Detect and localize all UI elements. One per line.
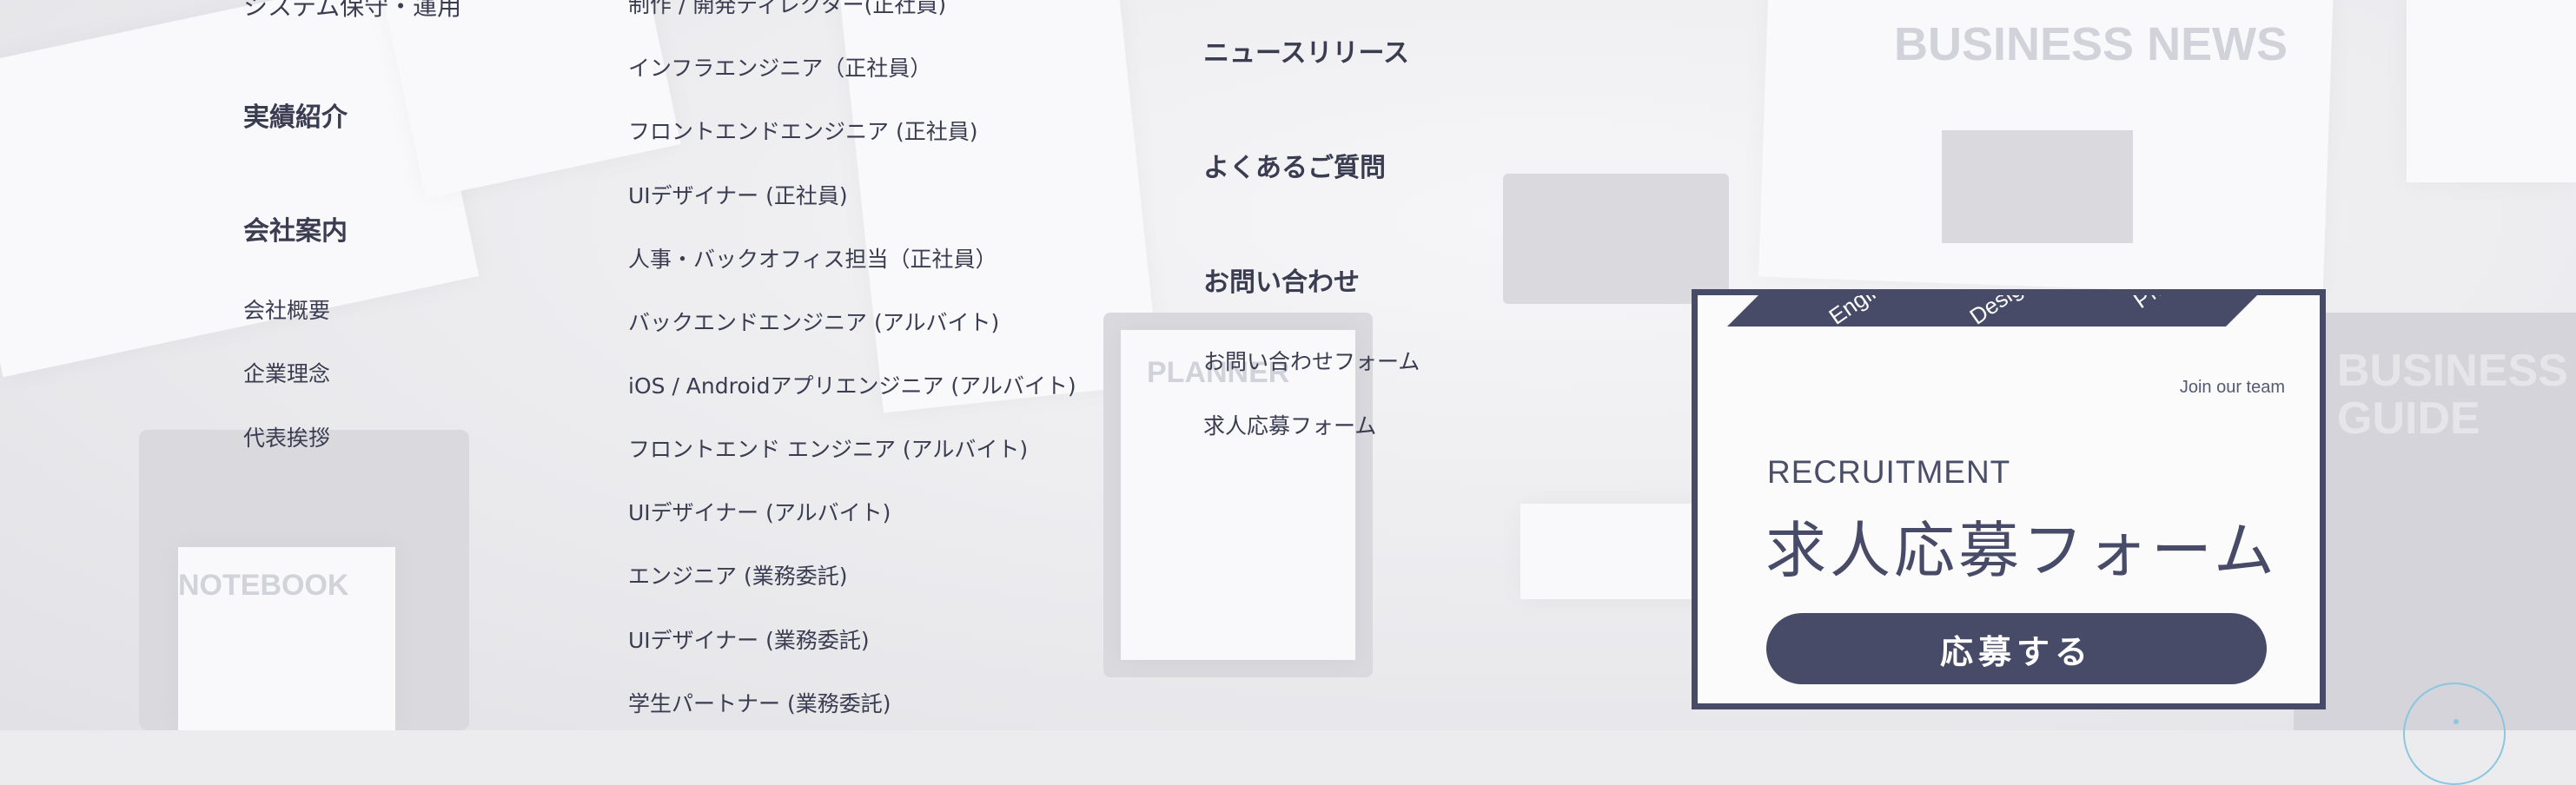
job-link[interactable]: フロントエンド エンジニア (アルバイト) — [628, 432, 1028, 464]
nav-heading-contact[interactable]: お問い合わせ — [1203, 261, 1360, 299]
nav-link-ceo-message[interactable]: 代表挨拶 — [243, 421, 330, 452]
job-link[interactable]: エンジニア (業務委託) — [628, 559, 847, 590]
job-link[interactable]: iOS / Androidアプリエンジニア (アルバイト) — [628, 369, 1076, 400]
job-link[interactable]: UIデザイナー (正社員) — [628, 179, 848, 210]
apply-button[interactable]: 応募する — [1766, 613, 2267, 684]
nav-link-philosophy[interactable]: 企業理念 — [243, 357, 330, 388]
job-link[interactable]: UIデザイナー (業務委託) — [628, 623, 870, 655]
job-link[interactable]: バックエンドエンジニア (アルバイト) — [628, 306, 999, 337]
job-link[interactable]: インフラエンジニア（正社員） — [628, 51, 931, 82]
job-link[interactable]: 制作 / 開発ディレクター(正社員) — [628, 0, 946, 19]
job-link[interactable]: 学生パートナー (業務委託) — [628, 687, 891, 718]
nav-link-contact-form[interactable]: お問い合わせフォーム — [1203, 345, 1420, 376]
nav-link-application-form[interactable]: 求人応募フォーム — [1203, 409, 1376, 440]
recruitment-title-ja: 求人応募フォーム — [1765, 515, 2278, 586]
job-link[interactable]: UIデザイナー (アルバイト) — [628, 496, 891, 527]
nav-link-company-overview[interactable]: 会社概要 — [243, 294, 330, 325]
nav-heading-news[interactable]: ニュースリリース — [1203, 31, 1409, 69]
tag-pm: PM — [2009, 295, 2292, 327]
job-link[interactable]: 人事・バックオフィス担当（正社員） — [628, 242, 997, 274]
nav-heading-works[interactable]: 実績紹介 — [243, 96, 348, 134]
bg-news-text: BUSINESS NEWS — [1894, 18, 2288, 70]
scroll-indicator-icon — [2453, 719, 2459, 724]
job-link[interactable]: フロントエンドエンジニア (正社員) — [628, 115, 977, 146]
scroll-top-button[interactable] — [2403, 683, 2506, 785]
nav-heading-company[interactable]: 会社案内 — [243, 209, 348, 247]
join-our-team-text: Join our team — [2179, 378, 2285, 397]
bg-notebook-text: NOTEBOOK — [178, 569, 349, 602]
nav-link-system-maintenance[interactable]: システム保守・運用 — [243, 0, 461, 23]
recruitment-title-en: RECRUITMENT — [1767, 454, 2011, 490]
bg-guide-text: BUSINESS GUIDE — [2337, 346, 2568, 444]
recruitment-banner[interactable]: Engineer Designer PM Join our team RECRU… — [1692, 289, 2326, 709]
nav-heading-faq[interactable]: よくあるご質問 — [1203, 146, 1386, 184]
